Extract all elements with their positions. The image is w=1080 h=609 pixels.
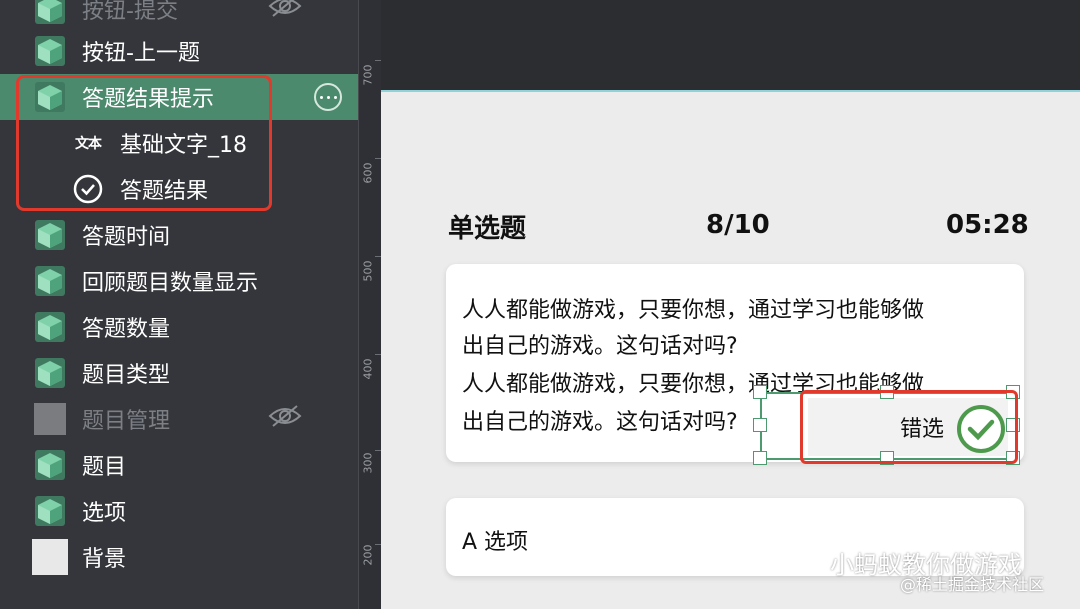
vertical-ruler: 700 600 500 400 300 200 (358, 0, 381, 609)
cube-icon (32, 355, 68, 391)
layer-row-answer-count[interactable]: 答题数量 (0, 304, 358, 350)
resize-handle[interactable] (753, 451, 767, 465)
question-type-label: 单选题 (448, 214, 527, 244)
ruler-label: 400 (361, 358, 375, 380)
layer-row-question[interactable]: 题目 (0, 442, 358, 488)
white-square-icon (32, 539, 68, 575)
layer-label: 答题数量 (82, 317, 171, 342)
layer-row-question-type[interactable]: 题目类型 (0, 350, 358, 396)
countdown-timer: 05:28 (946, 210, 1029, 240)
layer-label: 回顾题目数量显示 (82, 271, 259, 296)
gray-square-icon (32, 401, 68, 437)
layer-label: 题目 (82, 455, 127, 480)
layer-row-prev-button[interactable]: 按钮-上一题 (0, 28, 358, 74)
layer-label: 按钮-上一题 (82, 41, 200, 66)
layer-row-answer-time[interactable]: 答题时间 (0, 212, 358, 258)
question-progress: 8/10 (706, 210, 770, 240)
layer-label: 题目类型 (82, 363, 171, 388)
eye-hidden-icon[interactable] (268, 404, 302, 434)
highlight-box (800, 390, 1018, 464)
ruler-label: 600 (361, 162, 375, 184)
cube-icon (32, 493, 68, 529)
layer-row-options[interactable]: 选项 (0, 488, 358, 534)
layer-label: 答题时间 (82, 225, 171, 250)
cube-icon (32, 447, 68, 483)
ruler-label: 700 (361, 64, 375, 86)
layer-label: 背景 (82, 547, 127, 572)
option-a-label: A 选项 (462, 530, 529, 555)
dot-icon (333, 95, 337, 99)
question-text-line: 人人都能做游戏，只要你想，通过学习也能够做 (462, 298, 925, 323)
more-options-button[interactable] (314, 83, 342, 111)
watermark-community: @稀土掘金技术社区 (900, 575, 1045, 594)
ruler-label: 500 (361, 260, 375, 282)
eye-hidden-icon[interactable] (268, 0, 302, 24)
layer-panel: 按钮-提交 按钮-上一题 答题结果提示 文本 基础文字_18 答题结果 答题时间… (0, 0, 358, 609)
cube-icon (32, 0, 68, 27)
cube-icon (32, 263, 68, 299)
question-text-line: 出自己的游戏。这句话对吗? (462, 334, 738, 359)
dot-icon (319, 95, 323, 99)
canvas-offstage (381, 0, 1080, 90)
cube-icon (32, 217, 68, 253)
dot-icon (326, 95, 330, 99)
layer-row-question-manager[interactable]: 题目管理 (0, 396, 358, 442)
resize-handle[interactable] (753, 385, 767, 399)
resize-handle[interactable] (753, 418, 767, 432)
layer-row-review-count[interactable]: 回顾题目数量显示 (0, 258, 358, 304)
ruler-label: 200 (361, 544, 375, 566)
highlight-box (16, 75, 272, 211)
layer-label: 按钮-提交 (82, 0, 178, 24)
question-text-line: 出自己的游戏。这句话对吗? (462, 410, 738, 435)
layer-label: 选项 (82, 501, 127, 526)
layer-label: 题目管理 (82, 409, 171, 434)
layer-row-background[interactable]: 背景 (0, 534, 358, 580)
cube-icon (32, 309, 68, 345)
cube-icon (32, 33, 68, 69)
ruler-label: 300 (361, 452, 375, 474)
wechat-logo-icon (790, 548, 824, 578)
